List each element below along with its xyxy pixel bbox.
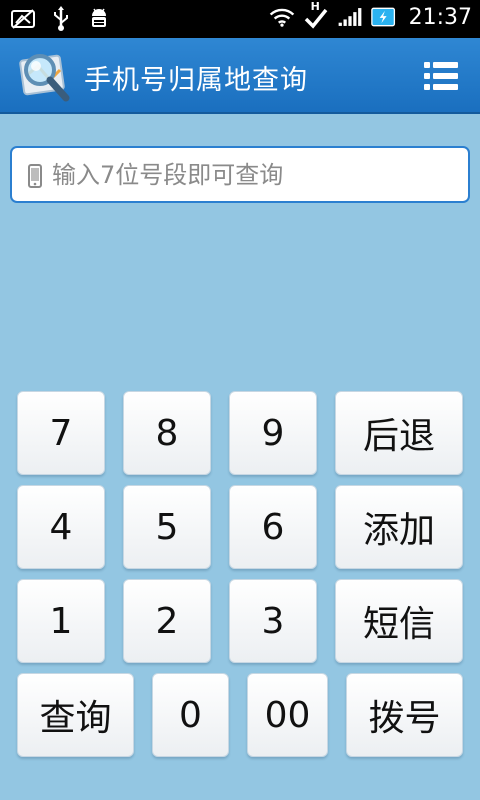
key-1[interactable]: 1 [17,579,105,663]
magnifier-map-icon [16,46,74,106]
key-8[interactable]: 8 [123,391,211,475]
key-7[interactable]: 7 [17,391,105,475]
dial-button[interactable]: 拨号 [346,673,463,757]
status-bar: H 21:37 [0,0,480,38]
wifi-icon [269,4,295,30]
status-bar-system: H 21:37 [269,0,472,30]
app-header: 手机号归属地查询 [0,38,480,114]
phone-icon [28,164,42,188]
android-debug-icon [86,6,112,32]
status-bar-notifications [10,6,112,32]
gallery-icon [10,6,36,32]
key-4[interactable]: 4 [17,485,105,569]
status-bar-time: 21:37 [408,4,472,30]
key-2[interactable]: 2 [123,579,211,663]
phone-search-box[interactable] [10,146,470,203]
app-title: 手机号归属地查询 [84,65,308,96]
key-3[interactable]: 3 [229,579,317,663]
list-menu-icon[interactable] [424,62,458,90]
key-00[interactable]: 00 [247,673,328,757]
phone-prefix-input[interactable] [52,156,462,194]
battery-charging-icon [370,4,397,30]
backspace-button[interactable]: 后退 [335,391,463,475]
signal-icon [337,4,363,30]
download-check-icon: H [303,0,329,30]
usb-icon [48,6,74,32]
add-contact-button[interactable]: 添加 [335,485,463,569]
key-5[interactable]: 5 [123,485,211,569]
sms-button[interactable]: 短信 [335,579,463,663]
key-0[interactable]: 0 [152,673,229,757]
key-9[interactable]: 9 [229,391,317,475]
query-button[interactable]: 查询 [17,673,134,757]
key-6[interactable]: 6 [229,485,317,569]
hsdpa-label: H [310,0,320,13]
